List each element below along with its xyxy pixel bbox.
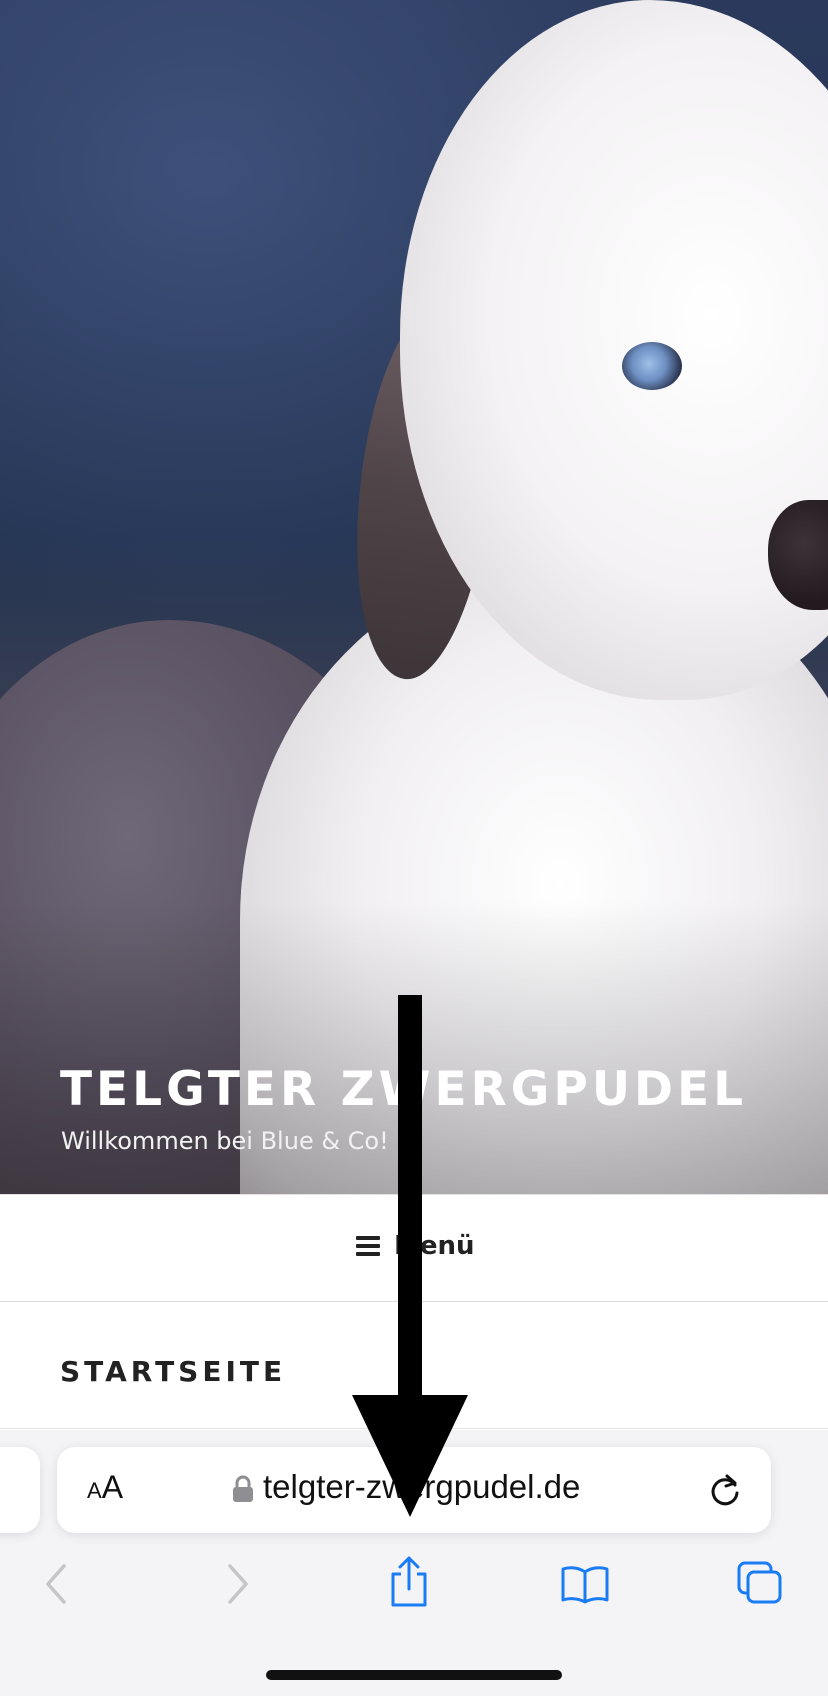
- page-title: STARTSEITE: [60, 1355, 287, 1388]
- share-icon: [388, 1556, 430, 1612]
- share-button[interactable]: [388, 1556, 430, 1613]
- tabs-button[interactable]: [736, 1560, 784, 1611]
- lock-icon: [232, 1475, 254, 1508]
- previous-tab-card[interactable]: [0, 1447, 40, 1533]
- puppy-eye: [622, 342, 682, 390]
- forward-button[interactable]: [218, 1562, 254, 1611]
- chevron-right-icon: [218, 1564, 254, 1610]
- text-size-small-a: A: [87, 1478, 102, 1503]
- reload-icon[interactable]: [708, 1471, 742, 1514]
- back-button[interactable]: [40, 1562, 76, 1611]
- tabs-icon: [736, 1561, 784, 1610]
- chevron-left-icon: [40, 1564, 76, 1610]
- down-arrow-icon: [340, 995, 480, 1525]
- text-size-large-a: A: [101, 1469, 124, 1505]
- bookmarks-button[interactable]: [560, 1564, 610, 1609]
- home-indicator: [266, 1670, 562, 1680]
- book-icon: [560, 1566, 610, 1608]
- text-size-button[interactable]: AA: [87, 1469, 123, 1506]
